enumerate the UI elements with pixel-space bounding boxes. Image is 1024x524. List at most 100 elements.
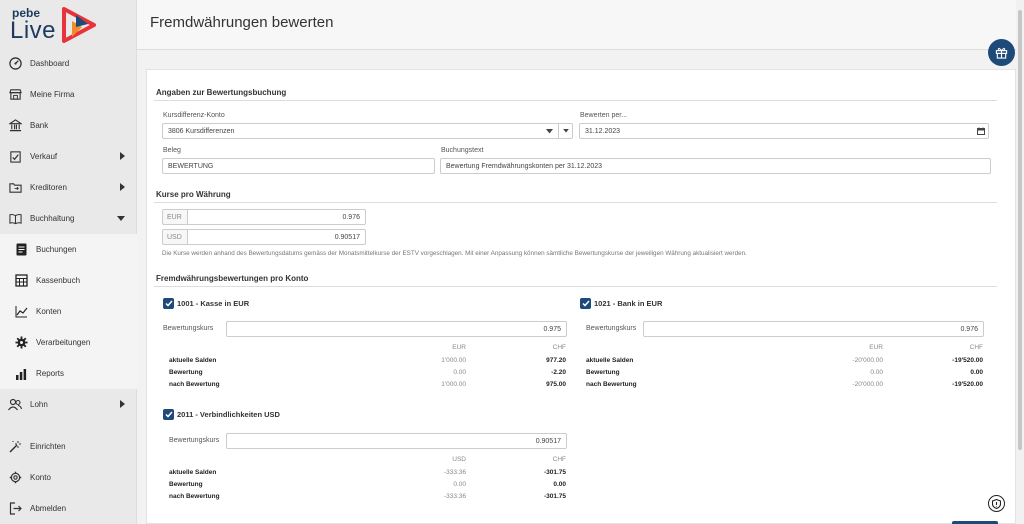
sidebar-item-bank[interactable]: Bank bbox=[0, 110, 137, 141]
fx-currency-header: USD bbox=[452, 456, 466, 463]
fx-value: 0.00 bbox=[453, 481, 466, 488]
gift-icon bbox=[995, 47, 1008, 59]
shield-icon bbox=[992, 498, 1001, 509]
sidebar-item-label: Einrichten bbox=[30, 442, 66, 451]
buchungstext-input[interactable]: Bewertung Fremdwährungskonten per 31.12.… bbox=[440, 158, 991, 174]
account-checkbox-2011[interactable] bbox=[163, 409, 174, 420]
row-label: Bewertung bbox=[169, 369, 203, 376]
sidebar-item-abmelden[interactable]: Abmelden bbox=[0, 493, 137, 524]
select-right-addon[interactable] bbox=[558, 124, 572, 138]
bewerten-per-input[interactable]: 31.12.2023 bbox=[579, 123, 989, 139]
chf-value: -301.75 bbox=[543, 469, 566, 476]
chevron-right-icon bbox=[120, 152, 125, 160]
base-currency-header: CHF bbox=[552, 456, 566, 463]
fx-value: -20'000.00 bbox=[852, 381, 883, 388]
bewertungskurs-label: Bewertungskurs bbox=[586, 325, 637, 332]
base-currency-header: CHF bbox=[552, 344, 566, 351]
datum-value: 31.12.2023 bbox=[585, 128, 621, 135]
account-checkbox-1001[interactable] bbox=[163, 298, 174, 309]
checkmark-icon bbox=[581, 300, 590, 307]
fx-value: -333.36 bbox=[443, 493, 466, 500]
sidebar-item-konten[interactable]: Konten bbox=[0, 296, 137, 327]
row-label: Bewertung bbox=[586, 369, 620, 376]
store-icon bbox=[8, 88, 22, 102]
sidebar-item-dashboard[interactable]: Dashboard bbox=[0, 48, 137, 79]
bar-chart-icon bbox=[14, 367, 28, 381]
logo-play-icon bbox=[62, 7, 96, 43]
ledger-icon bbox=[14, 274, 28, 288]
chf-value: -2.20 bbox=[551, 369, 566, 376]
chevron-right-icon bbox=[120, 183, 125, 191]
row-label: nach Bewertung bbox=[169, 381, 220, 388]
beleg-value: BEWERTUNG bbox=[168, 163, 214, 170]
sidebar-item-label: Meine Firma bbox=[30, 90, 75, 99]
scrollbar-thumb[interactable] bbox=[1018, 10, 1022, 450]
checkmark-icon bbox=[164, 300, 173, 307]
buchungstext-value: Bewertung Fremdwährungskonten per 31.12.… bbox=[446, 163, 603, 170]
checkmark-icon bbox=[164, 411, 173, 418]
sidebar-item-kassenbuch[interactable]: Kassenbuch bbox=[0, 265, 137, 296]
beleg-label: Beleg bbox=[163, 147, 181, 154]
magic-wand-icon bbox=[8, 440, 22, 454]
sidebar: pebe Live Dashboard Meine Firma Bank Ver… bbox=[0, 0, 137, 524]
sidebar-item-label: Kassenbuch bbox=[36, 276, 81, 285]
sidebar-item-reports[interactable]: Reports bbox=[0, 358, 137, 389]
logout-icon bbox=[8, 502, 22, 516]
chf-value: 0.00 bbox=[553, 481, 566, 488]
sidebar-item-verkauf[interactable]: Verkauf bbox=[0, 141, 137, 172]
sidebar-item-label: Reports bbox=[36, 369, 65, 378]
currency-prefix: EUR bbox=[162, 209, 187, 225]
sidebar-item-label: Kreditoren bbox=[30, 183, 67, 192]
chevron-down-icon bbox=[117, 216, 125, 221]
chf-value: -19'520.00 bbox=[952, 357, 983, 364]
sidebar-item-label: Buchhaltung bbox=[30, 214, 75, 223]
sidebar-item-kreditoren[interactable]: Kreditoren bbox=[0, 172, 137, 203]
account-checkbox-1021[interactable] bbox=[580, 298, 591, 309]
people-icon bbox=[8, 398, 22, 412]
rate-value: 0.976 bbox=[960, 326, 978, 333]
chevron-right-icon bbox=[120, 400, 125, 408]
sidebar-item-buchungen[interactable]: Buchungen bbox=[0, 234, 137, 265]
kursdifferenz-konto-select[interactable]: 3806 Kursdifferenzen bbox=[162, 123, 573, 139]
pebe-live-logo[interactable]: pebe Live bbox=[10, 4, 100, 44]
chf-value: -19'520.00 bbox=[952, 381, 983, 388]
sidebar-item-buchhaltung[interactable]: Buchhaltung bbox=[0, 203, 137, 234]
fx-value: 1'000.00 bbox=[441, 357, 466, 364]
sidebar-item-konto[interactable]: Konto bbox=[0, 462, 137, 493]
check-clipboard-icon bbox=[8, 150, 22, 164]
beleg-input[interactable]: BEWERTUNG bbox=[162, 158, 435, 174]
bewertungskurs-label: Bewertungskurs bbox=[163, 325, 214, 332]
account-title: 2011 - Verbindlichkeiten USD bbox=[177, 410, 280, 419]
dashboard-icon bbox=[8, 57, 22, 71]
sidebar-item-label: Konto bbox=[30, 473, 51, 482]
fx-value: -20'000.00 bbox=[852, 357, 883, 364]
rate-input-eur[interactable]: 0.976 bbox=[187, 209, 366, 225]
book-icon bbox=[8, 212, 22, 226]
sidebar-item-label: Verarbeitungen bbox=[36, 338, 91, 347]
buchungstext-label: Buchungstext bbox=[441, 147, 484, 154]
gear-icon bbox=[14, 336, 28, 350]
page-title: Fremdwährungen bewerten bbox=[150, 14, 334, 31]
bewertungskurs-input-1021[interactable]: 0.976 bbox=[643, 321, 984, 337]
booking-section-title: Angaben zur Bewertungsbuchung bbox=[156, 88, 287, 97]
sidebar-item-label: Bank bbox=[30, 121, 49, 130]
calendar-icon[interactable] bbox=[974, 124, 988, 138]
privacy-shield-button[interactable] bbox=[988, 495, 1005, 512]
gift-button[interactable] bbox=[988, 39, 1015, 66]
sidebar-item-lohn[interactable]: Lohn bbox=[0, 389, 137, 420]
row-label: nach Bewertung bbox=[169, 493, 220, 500]
sidebar-item-label: Abmelden bbox=[30, 504, 67, 513]
rate-input-usd[interactable]: 0.90517 bbox=[187, 229, 366, 245]
sidebar-item-verarbeitungen[interactable]: Verarbeitungen bbox=[0, 327, 137, 358]
account-gear-icon bbox=[8, 471, 22, 485]
rate-value: 0.90517 bbox=[535, 438, 561, 445]
fx-value: 0.00 bbox=[453, 369, 466, 376]
bewertungskurs-input-2011[interactable]: 0.90517 bbox=[226, 433, 567, 449]
fx-value: 1'000.00 bbox=[441, 381, 466, 388]
fx-value: 0.00 bbox=[870, 369, 883, 376]
sidebar-item-meine-firma[interactable]: Meine Firma bbox=[0, 79, 137, 110]
row-label: Bewertung bbox=[169, 481, 203, 488]
main-nav: Dashboard Meine Firma Bank Verkauf Kredi… bbox=[0, 48, 137, 420]
bewertungskurs-input-1001[interactable]: 0.975 bbox=[226, 321, 567, 337]
sidebar-item-einrichten[interactable]: Einrichten bbox=[0, 431, 137, 462]
